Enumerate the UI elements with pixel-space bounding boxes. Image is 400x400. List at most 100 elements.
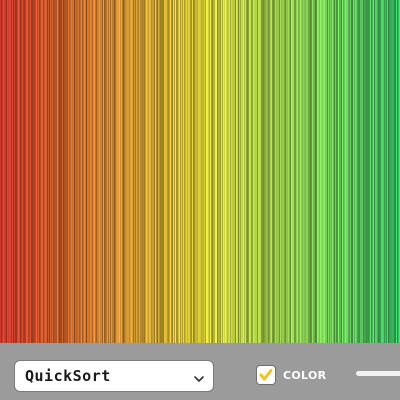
control-bar: QuickSort COLOR — [0, 343, 400, 400]
bar — [85, 0, 87, 343]
bar — [155, 0, 157, 343]
color-toggle[interactable]: COLOR — [256, 365, 327, 385]
bar — [300, 0, 302, 343]
bar — [258, 0, 260, 343]
bar — [379, 0, 381, 343]
bar — [68, 0, 70, 343]
bar — [75, 0, 77, 343]
bar — [124, 0, 126, 343]
bar — [77, 0, 79, 343]
bar — [89, 0, 91, 343]
bar — [134, 0, 136, 343]
bar — [58, 0, 60, 343]
bar — [175, 0, 177, 343]
bar — [259, 0, 261, 343]
bar — [269, 0, 271, 343]
bar — [317, 0, 319, 343]
bar — [375, 0, 377, 343]
bar — [137, 0, 139, 343]
bar — [282, 0, 284, 343]
bar — [243, 0, 245, 343]
bar — [390, 0, 392, 343]
bar — [191, 0, 193, 343]
bar — [46, 0, 48, 343]
bar — [234, 0, 236, 343]
bar — [33, 0, 35, 343]
bar — [254, 0, 256, 343]
bar — [358, 0, 360, 343]
color-checkbox[interactable] — [256, 365, 276, 385]
bar — [360, 0, 362, 343]
bar — [147, 0, 149, 343]
bar — [106, 0, 108, 343]
bar — [145, 0, 147, 343]
bar — [74, 0, 76, 343]
bar — [286, 0, 288, 343]
bar — [349, 0, 351, 343]
bar — [310, 0, 312, 343]
bar — [51, 0, 53, 343]
bar — [314, 0, 316, 343]
bar — [92, 0, 94, 343]
bar — [41, 0, 43, 343]
bar — [211, 0, 213, 343]
bar — [351, 0, 353, 343]
bar — [121, 0, 123, 343]
bar — [257, 0, 259, 343]
bar — [12, 0, 14, 343]
bar — [139, 0, 141, 343]
bar — [340, 0, 342, 343]
bar — [207, 0, 209, 343]
bars-visualization — [0, 0, 400, 343]
bar — [233, 0, 235, 343]
bar — [263, 0, 265, 343]
bar — [43, 0, 45, 343]
bar — [148, 0, 150, 343]
bar — [322, 0, 324, 343]
bar — [62, 0, 64, 343]
speed-slider[interactable] — [356, 371, 400, 379]
bar — [119, 0, 121, 343]
bar — [190, 0, 192, 343]
bar — [42, 0, 44, 343]
bar — [291, 0, 293, 343]
bar — [369, 0, 371, 343]
color-label: COLOR — [283, 369, 327, 382]
bar — [88, 0, 90, 343]
bar — [196, 0, 198, 343]
bar — [61, 0, 63, 343]
bar — [112, 0, 114, 343]
bar — [395, 0, 397, 343]
bar — [323, 0, 325, 343]
bar — [366, 0, 368, 343]
bar — [163, 0, 165, 343]
bar — [359, 0, 361, 343]
bar — [273, 0, 275, 343]
bar — [255, 0, 257, 343]
bar — [353, 0, 355, 343]
bar — [311, 0, 313, 343]
bar — [304, 0, 306, 343]
bar — [365, 0, 367, 343]
bar — [218, 0, 220, 343]
bar — [392, 0, 394, 343]
bar — [173, 0, 175, 343]
bar — [167, 0, 169, 343]
bar — [129, 0, 131, 343]
bar — [227, 0, 229, 343]
bar — [279, 0, 281, 343]
bar — [100, 0, 102, 343]
bar — [146, 0, 148, 343]
bar — [378, 0, 380, 343]
bar — [205, 0, 207, 343]
bar — [224, 0, 226, 343]
bar — [179, 0, 181, 343]
bar — [204, 0, 206, 343]
checkmark-icon — [259, 369, 273, 381]
bar — [346, 0, 348, 343]
bar — [248, 0, 250, 343]
bar — [209, 0, 211, 343]
algorithm-select[interactable]: QuickSort — [14, 360, 214, 392]
bar — [171, 0, 173, 343]
bar — [225, 0, 227, 343]
